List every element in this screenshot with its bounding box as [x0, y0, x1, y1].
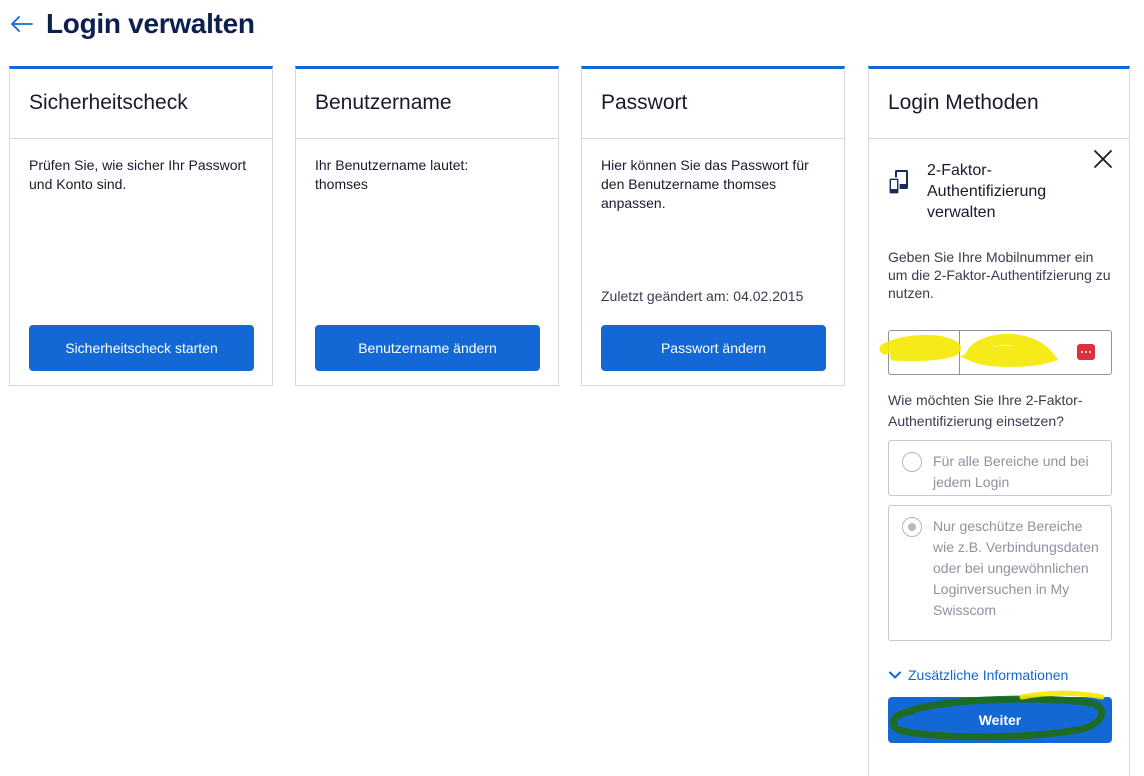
mobile-number-input[interactable]: [960, 331, 1137, 374]
start-security-check-button[interactable]: Sicherheitscheck starten: [29, 325, 254, 371]
radio-label: Nur geschütze Bereiche wie z.B. Verbindu…: [933, 518, 1099, 618]
radio-button[interactable]: [902, 452, 922, 472]
country-code-input[interactable]: [889, 331, 960, 374]
page-header: Login verwalten: [10, 6, 255, 42]
username-card: Benutzername Ihr Benutzername lautet: th…: [295, 66, 559, 386]
page-title: Login verwalten: [46, 8, 255, 39]
card-title: Passwort: [582, 69, 844, 139]
change-username-button[interactable]: Benutzername ändern: [315, 325, 540, 371]
additional-info-toggle[interactable]: Zusätzliche Informationen: [888, 667, 1110, 683]
card-text: Ihr Benutzername lautet: thomses: [315, 157, 469, 192]
two-factor-devices-icon: [887, 168, 911, 198]
card-body: Prüfen Sie, wie sicher Ihr Passwort und …: [10, 139, 272, 386]
card-text: Hier können Sie das Passwort für den Ben…: [601, 157, 809, 211]
tfa-panel: 2-Faktor-Authentifizierung verwalten Geb…: [869, 139, 1137, 743]
additional-info-label: Zusätzliche Informationen: [908, 667, 1069, 683]
card-body: Hier können Sie das Passwort für den Ben…: [582, 139, 844, 386]
radio-option-all-areas[interactable]: Für alle Bereiche und bei jedem Login: [888, 440, 1112, 496]
change-password-button[interactable]: Passwort ändern: [601, 325, 826, 371]
tfa-header: 2-Faktor-Authentifizierung verwalten: [869, 153, 1110, 223]
radio-button-selected[interactable]: [902, 517, 922, 537]
card-body: Ihr Benutzername lautet: thomses Benutze…: [296, 139, 558, 386]
next-button-label: Weiter: [978, 712, 1022, 728]
card-title: Sicherheitscheck: [10, 69, 272, 139]
last-changed-note: Zuletzt geändert am: 04.02.2015: [601, 288, 804, 304]
radio-option-protected-areas[interactable]: Nur geschütze Bereiche wie z.B. Verbindu…: [888, 505, 1112, 641]
card-text: Prüfen Sie, wie sicher Ihr Passwort und …: [29, 157, 247, 192]
tfa-title: 2-Faktor-Authentifizierung verwalten: [927, 162, 1047, 221]
password-manager-icon[interactable]: [1077, 344, 1095, 360]
arrow-left-icon[interactable]: [10, 12, 34, 36]
card-title: Login Methoden: [869, 69, 1129, 139]
password-card: Passwort Hier können Sie das Passwort fü…: [581, 66, 845, 386]
card-title: Benutzername: [296, 69, 558, 139]
security-check-card: Sicherheitscheck Prüfen Sie, wie sicher …: [9, 66, 273, 386]
tfa-hint: Geben Sie Ihre Mobilnummer ein um die 2-…: [888, 249, 1111, 301]
login-methods-card: Login Methoden 2-Faktor-Authentifizierun…: [868, 66, 1137, 776]
close-icon[interactable]: [1091, 147, 1115, 171]
chevron-down-icon: [889, 671, 901, 679]
radio-label: Für alle Bereiche und bei jedem Login: [933, 453, 1089, 490]
phone-number-field: [879, 330, 1137, 375]
tfa-usage-question: Wie möchten Sie Ihre 2-Faktor-Authentifi…: [888, 392, 1083, 429]
next-button[interactable]: Weiter: [888, 690, 1112, 743]
